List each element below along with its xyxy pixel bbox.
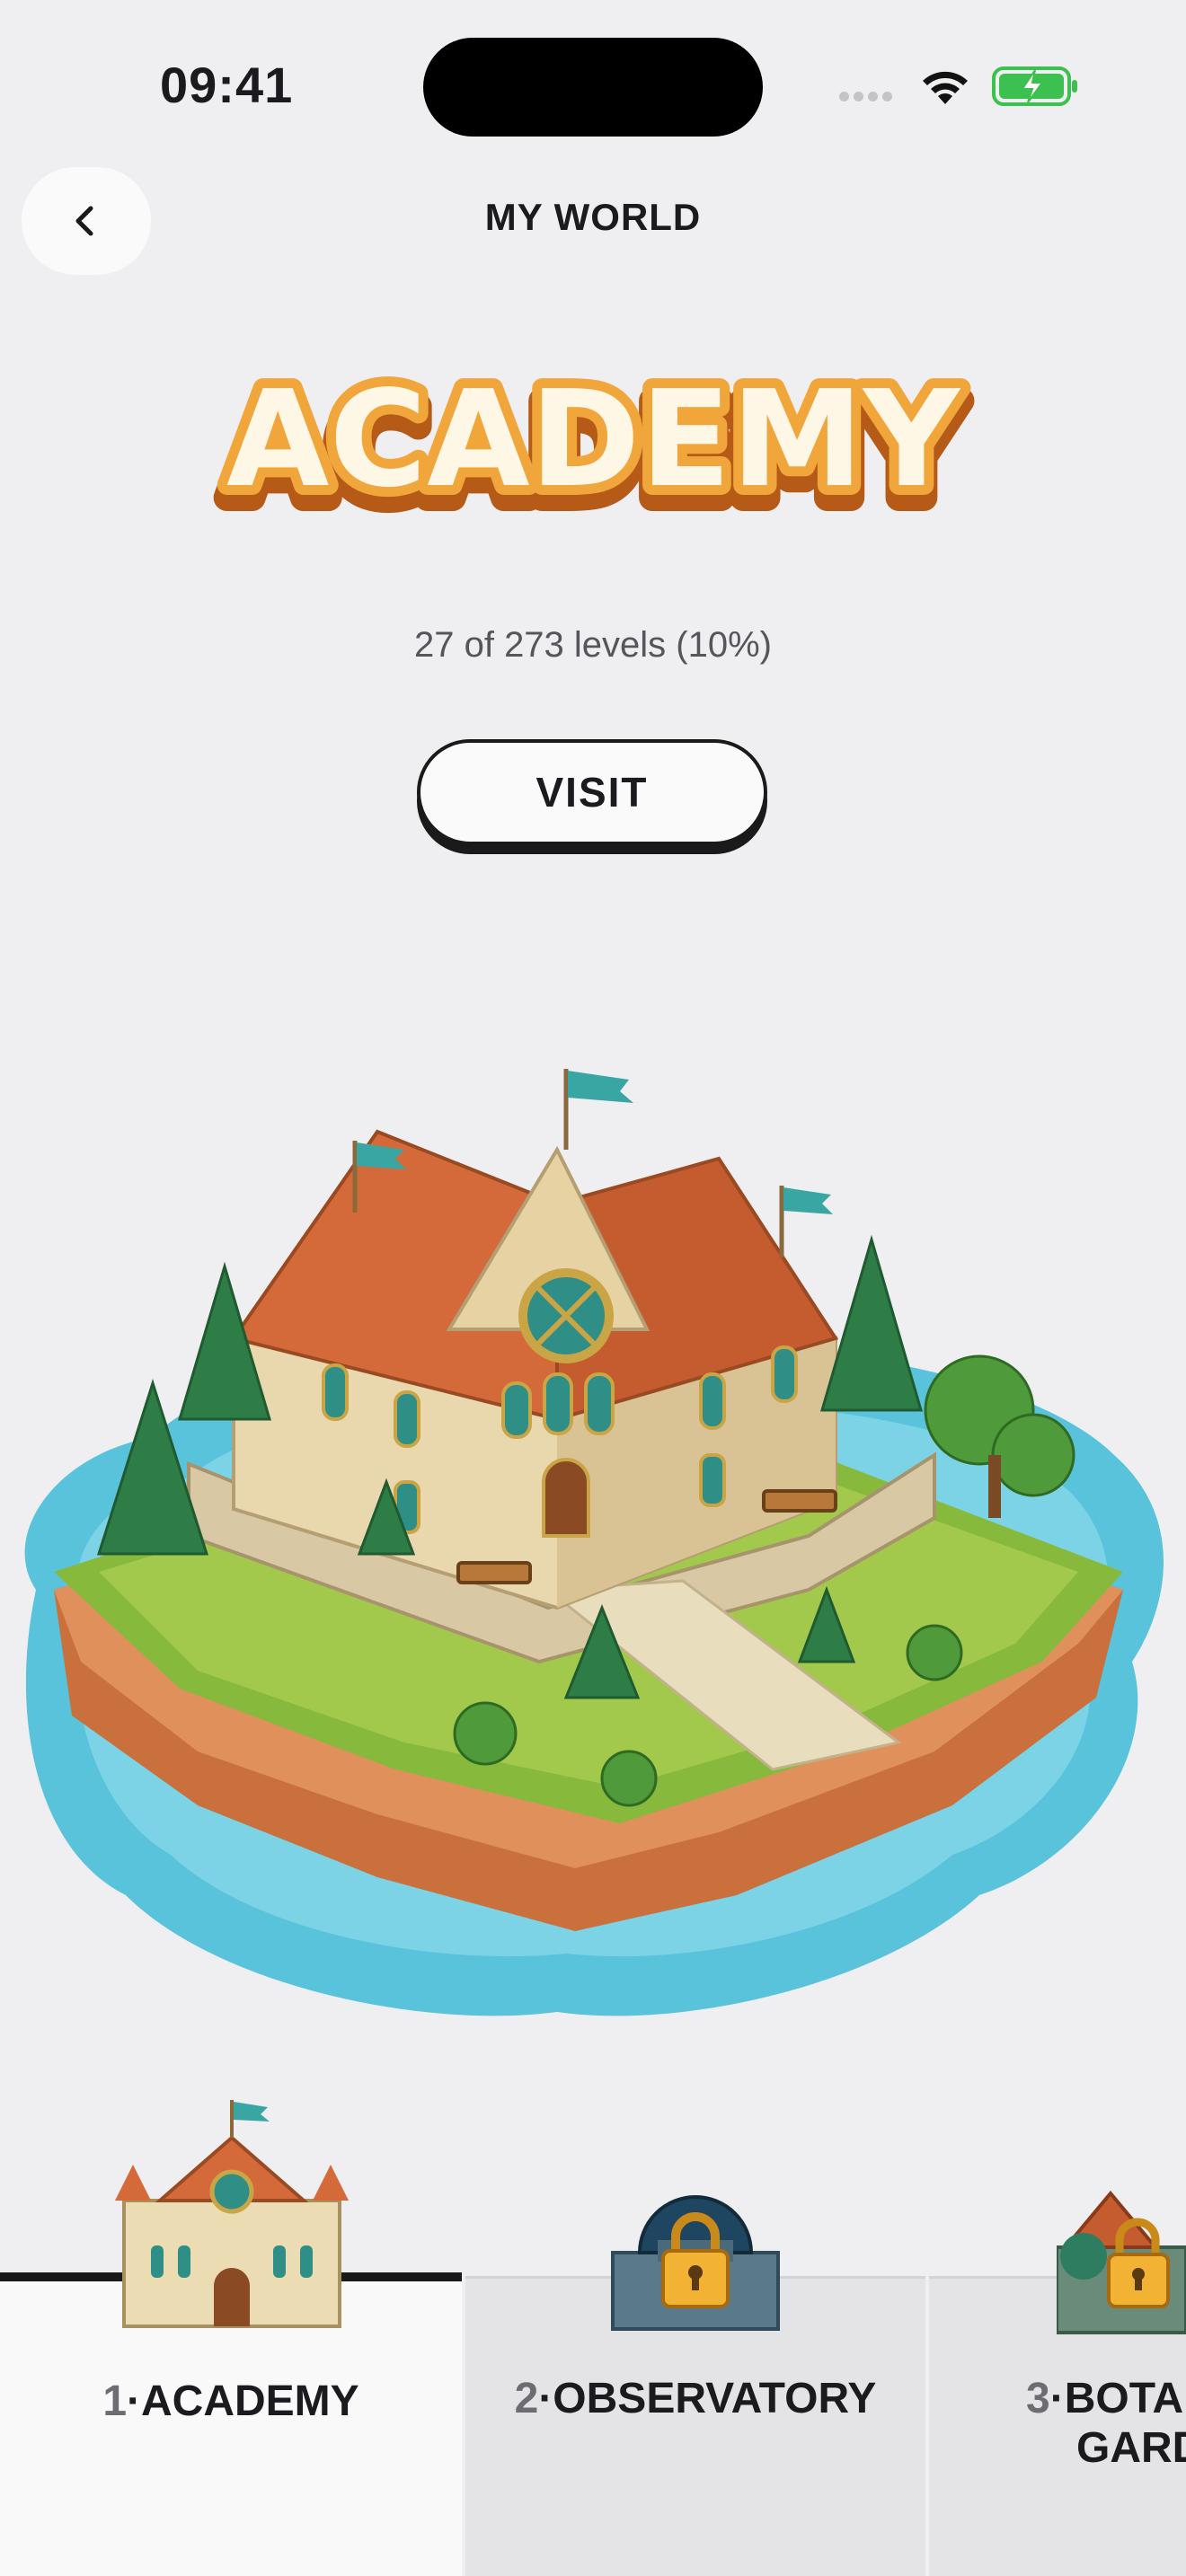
visit-button[interactable]: VISIT xyxy=(417,739,767,845)
battery-charging-icon xyxy=(992,66,1077,106)
progress-text: 27 of 273 levels (10%) xyxy=(413,625,772,665)
cellular-signal-icon xyxy=(839,90,897,106)
world-title-text: ACADEMY xyxy=(226,362,961,516)
world-title: ACADEMY ACADEMY ACADEMY xyxy=(213,352,975,530)
tab-observatory-label: 2·OBSERVATORY xyxy=(465,2374,925,2423)
tab-botanical-label: 3·BOTAN GARD xyxy=(1026,2374,1186,2473)
tab-name-line2: GARD xyxy=(1076,2424,1186,2472)
dynamic-island xyxy=(423,38,763,137)
botanical-garden-locked-icon xyxy=(1057,2190,1186,2334)
tab-number: 3 xyxy=(1026,2375,1050,2422)
academy-island-illustration xyxy=(24,1069,1164,2016)
tab-separator: · xyxy=(127,2378,141,2425)
academy-building-icon xyxy=(115,2100,349,2328)
tab-name: ACADEMY xyxy=(141,2378,359,2425)
tab-name: OBSERVATORY xyxy=(553,2375,877,2422)
status-time: 09:41 xyxy=(160,57,294,113)
tab-number: 1 xyxy=(102,2378,128,2425)
tab-separator: · xyxy=(1049,2375,1065,2422)
wifi-icon xyxy=(923,71,968,104)
page-title: MY WORLD xyxy=(484,196,702,238)
tab-separator: · xyxy=(538,2375,553,2422)
tab-name: BOTAN xyxy=(1064,2375,1186,2422)
tab-academy-label: 1·ACADEMY xyxy=(0,2377,462,2426)
observatory-locked-icon xyxy=(611,2195,780,2331)
tab-number: 2 xyxy=(514,2375,539,2422)
